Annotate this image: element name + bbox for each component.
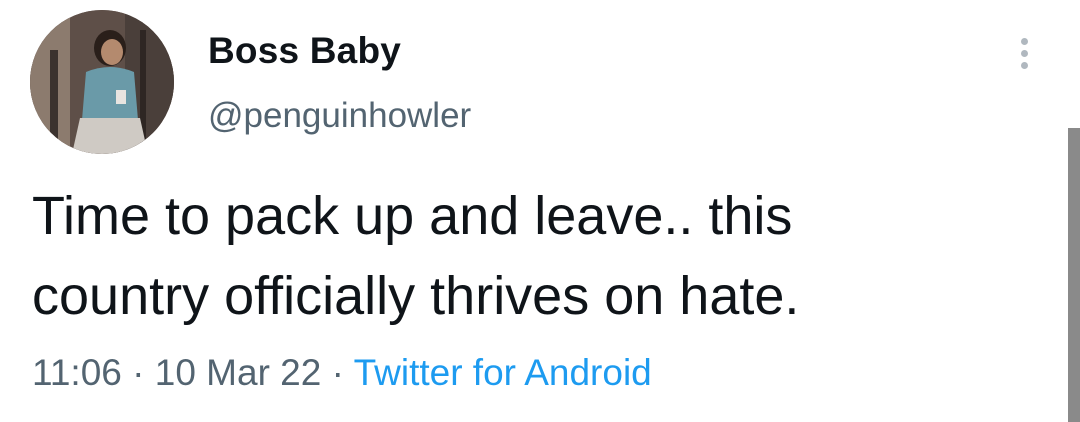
avatar[interactable] (30, 10, 174, 154)
display-name[interactable]: Boss Baby (208, 30, 401, 72)
avatar-photo (30, 10, 174, 154)
tweet-time[interactable]: 11:06 (32, 352, 122, 393)
more-options-icon[interactable] (1010, 28, 1040, 78)
user-handle[interactable]: @penguinhowler (208, 96, 471, 136)
scrollbar[interactable] (1068, 128, 1080, 422)
more-dot (1021, 38, 1028, 45)
tweet-source-link[interactable]: Twitter for Android (354, 352, 652, 393)
tweet-text: Time to pack up and leave.. this country… (32, 186, 800, 326)
tweet-date[interactable]: 10 Mar 22 (155, 352, 322, 393)
more-dot (1021, 50, 1028, 57)
tweet-meta: 11:06 · 10 Mar 22 · Twitter for Android (32, 352, 652, 394)
meta-separator: · (121, 352, 155, 393)
meta-separator: · (321, 352, 354, 393)
more-dot (1021, 62, 1028, 69)
